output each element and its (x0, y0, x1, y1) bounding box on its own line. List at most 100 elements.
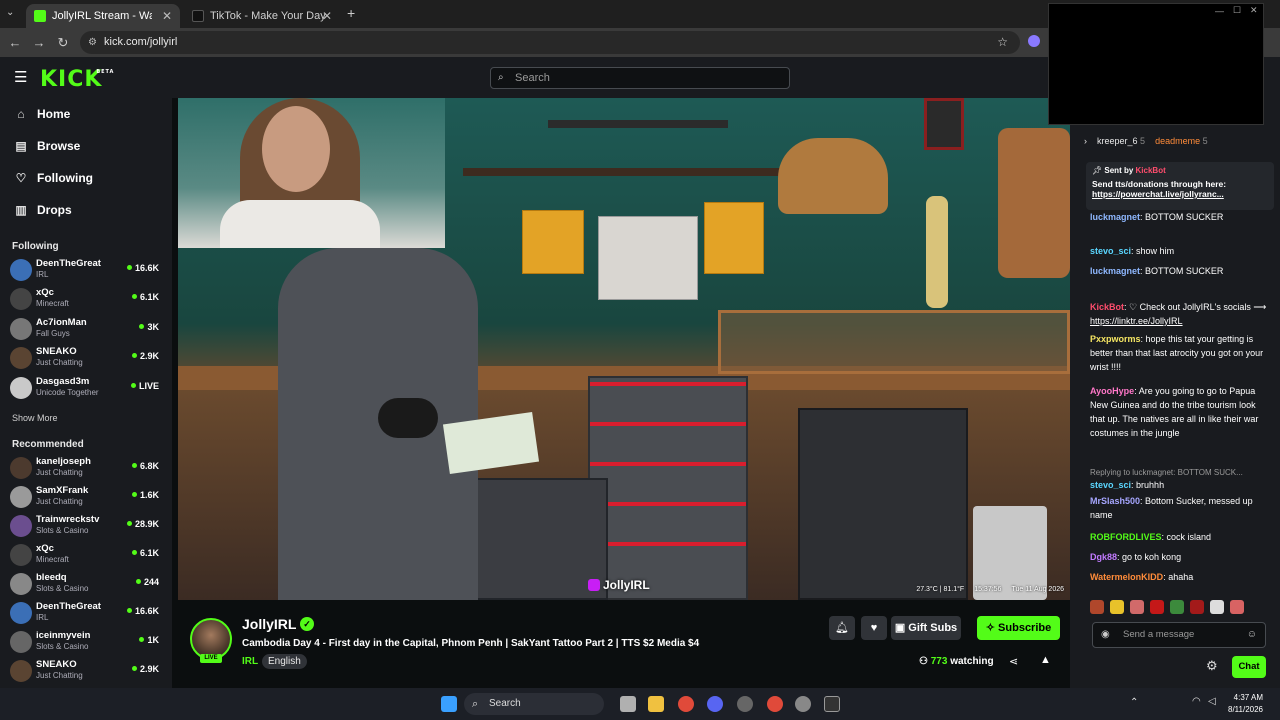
maximize-icon[interactable]: ☐ (1233, 5, 1241, 16)
settings-icon[interactable] (795, 696, 811, 712)
chat-username[interactable]: Pxxpworms (1090, 334, 1141, 344)
sidebar-item-following[interactable]: ♡ Following (14, 167, 93, 189)
chat-username[interactable]: stevo_sci (1090, 480, 1131, 490)
video-player[interactable]: JollyIRL 27.3°C | 81.1°F 15:37:56 Tue 11… (178, 98, 1070, 600)
sidebar-channel[interactable]: Trainwreckstv Slots & Casino 28.9K (10, 512, 165, 540)
streamer-name[interactable]: JollyIRL (242, 616, 296, 632)
sidebar-channel[interactable]: kaneljoseph Just Chatting 6.8K (10, 454, 165, 482)
search-input[interactable]: ⌕ Search (490, 67, 790, 89)
show-more-link[interactable]: Show More (12, 413, 58, 423)
sidebar-channel[interactable]: xQc Minecraft 6.1K (10, 541, 165, 569)
leaderboard-entry: deadmeme 5 (1155, 136, 1208, 146)
sidebar-channel[interactable]: DeenTheGreat IRL 16.6K (10, 256, 165, 284)
taskbar-clock[interactable]: 4:37 AM 8/11/2026 (1228, 692, 1263, 716)
chat-settings-icon[interactable]: ◉ (1101, 623, 1110, 647)
reload-icon[interactable]: ↻ (54, 34, 72, 52)
tab-jollyirl[interactable]: JollyIRL Stream - Watch Liv ✕ (26, 4, 180, 28)
tab-tiktok[interactable]: TikTok - Make Your Day ✕ (184, 4, 340, 28)
wifi-icon[interactable]: ◠ (1192, 696, 1201, 707)
pinned-link[interactable]: https://powerchat.live/jollyranc... (1092, 189, 1268, 199)
chat-username[interactable]: luckmagnet (1090, 212, 1140, 222)
chrome-icon[interactable] (678, 696, 694, 712)
terminal-icon[interactable] (824, 696, 840, 712)
channel-viewers: 6.1K (132, 548, 159, 558)
sidebar-item-browse[interactable]: ▤ Browse (14, 135, 80, 157)
chat-username[interactable]: stevo_sci (1090, 246, 1131, 256)
chat-username[interactable]: KickBot (1090, 302, 1124, 312)
kick-logo[interactable]: KICK BETA (40, 67, 113, 92)
new-tab-icon[interactable]: + (347, 5, 355, 21)
sidebar-channel[interactable]: bleedq Slots & Casino 244 (10, 570, 165, 598)
language-tag[interactable]: English (262, 654, 307, 669)
sidebar-item-home[interactable]: ⌂ Home (14, 103, 70, 125)
sidebar-channel[interactable]: iceinmyvein Slots & Casino 1K (10, 628, 165, 656)
emoji-icon[interactable]: ☺ (1247, 623, 1257, 647)
share-icon[interactable]: ⋖ (1009, 655, 1018, 668)
reply-context[interactable]: Replying to luckmagnet: BOTTOM SUCK... (1090, 468, 1270, 478)
leaderboard-arrow-icon[interactable]: › (1084, 136, 1087, 146)
discord-icon[interactable] (707, 696, 723, 712)
back-icon[interactable]: ← (6, 34, 24, 52)
emote-icon[interactable] (1210, 600, 1224, 614)
chat-username[interactable]: AyooHype (1090, 386, 1134, 396)
chat-link[interactable]: https://linktr.ee/JollyIRL (1090, 316, 1183, 326)
emote-icon[interactable] (1090, 600, 1104, 614)
close-icon[interactable]: ✕ (1250, 5, 1258, 16)
pinned-message[interactable]: 📌︎ Sent by KickBot Send tts/donations th… (1086, 162, 1274, 210)
app-icon[interactable] (737, 696, 753, 712)
sidebar-channel[interactable]: Dasgasd3m Unicode Together LIVE (10, 374, 165, 402)
report-icon[interactable]: ▲ (1040, 654, 1051, 666)
channel-viewers: 6.8K (132, 461, 159, 471)
tab-list-icon[interactable]: ⌄ (6, 7, 14, 18)
minimize-icon[interactable]: — (1215, 6, 1224, 16)
sidebar-channel[interactable]: Ac7ionMan Fall Guys 3K (10, 315, 165, 343)
chat-username[interactable]: Dgk88 (1090, 552, 1117, 562)
chat-username[interactable]: luckmagnet (1090, 266, 1140, 276)
channel-avatar (10, 631, 32, 653)
logo-beta: BETA (96, 69, 115, 75)
gift-subs-button[interactable]: ▣ Gift Subs (891, 616, 961, 640)
chat-input[interactable]: ◉ Send a message ☺ (1092, 622, 1266, 648)
sidebar-channel[interactable]: DeenTheGreat IRL 16.6K (10, 599, 165, 627)
chat-username[interactable]: MrSlash500 (1090, 496, 1140, 506)
emote-icon[interactable] (1150, 600, 1164, 614)
windows-start-icon[interactable] (441, 696, 457, 712)
channel-viewers: 16.6K (127, 263, 159, 273)
chrome-active-icon[interactable] (767, 696, 783, 712)
gear-icon[interactable]: ⚙ (1206, 658, 1218, 674)
file-explorer-icon[interactable] (648, 696, 664, 712)
chat-send-button[interactable]: Chat (1232, 656, 1266, 678)
chat-username[interactable]: ROBFORDLIVES (1090, 532, 1162, 542)
emote-icon[interactable] (1170, 600, 1184, 614)
bell-icon[interactable]: 🔔︎ (829, 616, 855, 640)
subscribe-button[interactable]: ✧ Subscribe (977, 616, 1060, 640)
bookmark-star-icon[interactable]: ☆ (997, 31, 1008, 54)
task-view-icon[interactable] (620, 696, 636, 712)
taskbar-search[interactable]: ⌕ Search (464, 693, 604, 715)
sidebar-channel[interactable]: SNEAKO Just Chatting 2.9K (10, 657, 165, 685)
sidebar-channel[interactable]: SNEAKO Just Chatting 2.9K (10, 344, 165, 372)
gift-label: Gift Subs (908, 622, 958, 634)
emote-icon[interactable] (1110, 600, 1124, 614)
close-icon[interactable]: ✕ (162, 9, 172, 23)
menu-icon[interactable]: ☰ (14, 68, 27, 86)
channel-avatar (10, 486, 32, 508)
chat-text: go to koh kong (1122, 552, 1182, 562)
floating-window[interactable]: — ☐ ✕ (1048, 3, 1264, 125)
sidebar-item-drops[interactable]: ▥ Drops (14, 199, 71, 221)
sidebar-channel[interactable]: SamXFrank Just Chatting 1.6K (10, 483, 165, 511)
follow-heart-icon[interactable]: ♥ (861, 616, 887, 640)
stream-category[interactable]: IRL (242, 656, 258, 667)
emote-icon[interactable] (1190, 600, 1204, 614)
volume-icon[interactable]: ◁ (1208, 696, 1216, 707)
chat-username[interactable]: WatermelonKIDD (1090, 572, 1163, 582)
close-icon[interactable]: ✕ (322, 9, 332, 23)
sidebar-channel[interactable]: xQc Minecraft 6.1K (10, 285, 165, 313)
tray-chevron-icon[interactable]: ⌃ (1130, 697, 1138, 708)
address-bar[interactable]: ⚙ kick.com/jollyirl ☆ (80, 31, 1020, 54)
site-info-icon[interactable]: ⚙ (88, 31, 97, 54)
forward-icon[interactable]: → (30, 34, 48, 52)
emote-icon[interactable] (1230, 600, 1244, 614)
extension-icon[interactable] (1028, 35, 1040, 47)
emote-icon[interactable] (1130, 600, 1144, 614)
